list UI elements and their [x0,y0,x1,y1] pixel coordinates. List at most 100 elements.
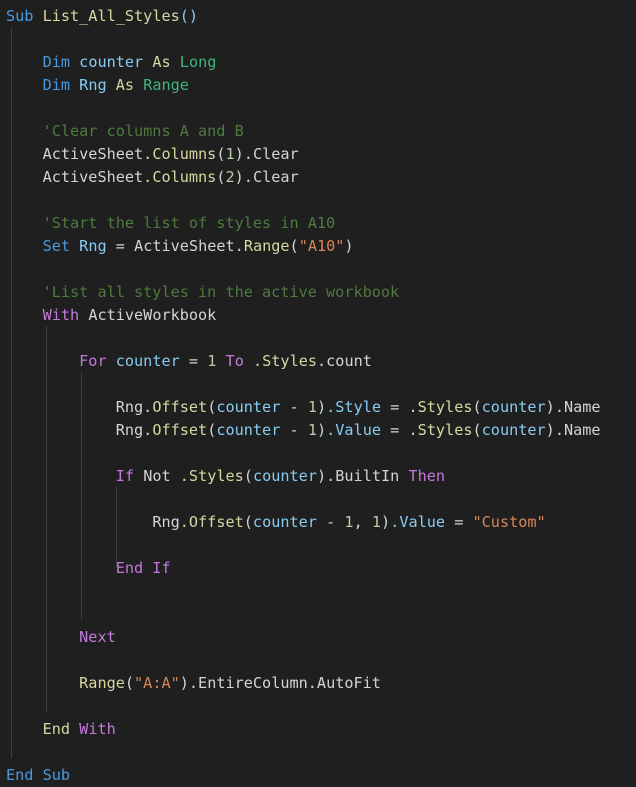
token-keyword-as: As [115,76,135,94]
code-line-33-blank [0,741,636,764]
token-method-autofit: .AutoFit [307,674,381,692]
token-comment-start-list: 'Start the list of styles in A10 [42,214,336,232]
token-operator-minus: - [289,421,299,439]
token-number-1: 1 [344,513,354,531]
token-paren-close: ) [179,674,189,692]
token-paren-open: ( [124,674,135,692]
token-method-columns: .Columns [143,168,217,186]
token-variable-rng: Rng [115,421,144,439]
token-keyword-with: With [42,306,80,324]
token-comment-list-styles: 'List all styles in the active workbook [42,283,400,301]
code-line-34[interactable]: End Sub [0,764,636,787]
code-line-16[interactable]: For counter = 1 To .Styles.count [0,350,636,373]
token-property-name: .Name [554,421,601,439]
code-line-6[interactable]: 'Clear columns A and B [0,120,636,143]
token-number-2: 2 [225,168,235,186]
token-number-1: 1 [307,421,317,439]
token-method-range: .Range [234,237,290,255]
token-paren-open: ( [207,421,217,439]
token-string-a10: "A10" [298,237,345,255]
code-line-3[interactable]: Dim counter As Long [0,51,636,74]
token-object-activeworkbook: ActiveWorkbook [88,306,217,324]
token-paren-close: ) [316,421,327,439]
token-operator-equals: = [390,398,400,416]
token-property-style: .Style [326,398,382,416]
token-keyword-end: End [42,720,71,738]
code-line-19[interactable]: Rng.Offset(counter - 1).Value = .Styles(… [0,419,636,442]
code-line-1[interactable]: Sub List_All_Styles() [0,5,636,28]
token-paren-close: ) [234,168,244,186]
token-operator-equals: = [115,237,125,255]
token-object-activesheet: ActiveSheet [42,145,144,163]
token-keyword-with: With [79,720,116,738]
token-member-styles: .Styles [253,352,318,370]
code-line-18[interactable]: Rng.Offset(counter - 1).Style = .Styles(… [0,396,636,419]
token-variable-counter: counter [216,398,281,416]
token-variable-rng: Rng [79,76,107,94]
code-line-7[interactable]: ActiveSheet.Columns(1).Clear [0,143,636,166]
token-paren-open: ( [243,467,253,485]
token-keyword-end-sub: End Sub [6,766,71,784]
code-line-22-blank [0,488,636,511]
code-line-12-blank [0,258,636,281]
token-member-styles: .Styles [408,421,473,439]
token-paren-close: ) [316,467,327,485]
token-variable-counter: counter [481,421,546,439]
token-paren-open: ( [289,237,299,255]
token-keyword-dim: Dim [42,53,71,71]
code-line-25[interactable]: End If [0,557,636,580]
token-paren-close: ) [344,237,354,255]
token-operator-equals: = [454,513,464,531]
token-keyword-as: As [152,53,171,71]
token-object-activesheet: ActiveSheet [134,237,235,255]
token-operator-equals: = [188,352,199,370]
code-line-21[interactable]: If Not .Styles(counter).BuiltIn Then [0,465,636,488]
code-line-9-blank [0,189,636,212]
token-number-1: 1 [371,513,382,531]
code-line-20-blank [0,442,636,465]
token-variable-counter: counter [252,467,317,485]
token-operator-minus: - [326,513,336,531]
token-method-offset: .Offset [143,398,208,416]
token-number-1: 1 [207,352,217,370]
token-paren-open: ( [243,513,253,531]
token-comma: , [353,513,372,531]
code-line-23[interactable]: Rng.Offset(counter - 1, 1).Value = "Cust… [0,511,636,534]
code-line-14[interactable]: With ActiveWorkbook [0,304,636,327]
code-line-10[interactable]: 'Start the list of styles in A10 [0,212,636,235]
code-editor[interactable]: Sub List_All_Styles() Dim counter As Lon… [0,0,636,786]
token-keyword-if: If [115,467,135,485]
token-paren-close: ) [316,398,327,416]
code-line-11[interactable]: Set Rng = ActiveSheet.Range("A10") [0,235,636,258]
token-paren-open: ( [207,398,217,416]
token-variable-counter: counter [216,421,281,439]
code-line-24-blank [0,534,636,557]
code-line-8[interactable]: ActiveSheet.Columns(2).Clear [0,166,636,189]
token-variable-rng: Rng [79,237,107,255]
token-procedure-name: List_All_Styles [42,7,180,25]
token-comment-clear-columns: 'Clear columns A and B [42,122,244,140]
token-type-long: Long [179,53,217,71]
token-keyword-set: Set [42,237,71,255]
token-variable-counter: counter [481,398,546,416]
code-line-13[interactable]: 'List all styles in the active workbook [0,281,636,304]
code-line-4[interactable]: Dim Rng As Range [0,74,636,97]
token-function-range: Range [79,674,125,692]
token-keyword-next: Next [79,628,116,646]
code-line-28[interactable]: Next [0,626,636,649]
token-variable-counter: counter [252,513,317,531]
token-keyword-sub: Sub [6,7,34,25]
token-property-builtin: .BuiltIn [326,467,400,485]
token-string-aa: "A:A" [134,674,180,692]
token-keyword-then: Then [408,467,446,485]
token-method-clear: .Clear [243,168,299,186]
token-method-offset: .Offset [143,421,208,439]
token-keyword-for: For [79,352,107,370]
code-line-30[interactable]: Range("A:A").EntireColumn.AutoFit [0,672,636,695]
token-property-value: .Value [390,513,446,531]
code-line-5-blank [0,97,636,120]
code-block[interactable]: Sub List_All_Styles() Dim counter As Lon… [0,0,636,787]
code-line-32[interactable]: End With [0,718,636,741]
token-member-styles: .Styles [408,398,473,416]
